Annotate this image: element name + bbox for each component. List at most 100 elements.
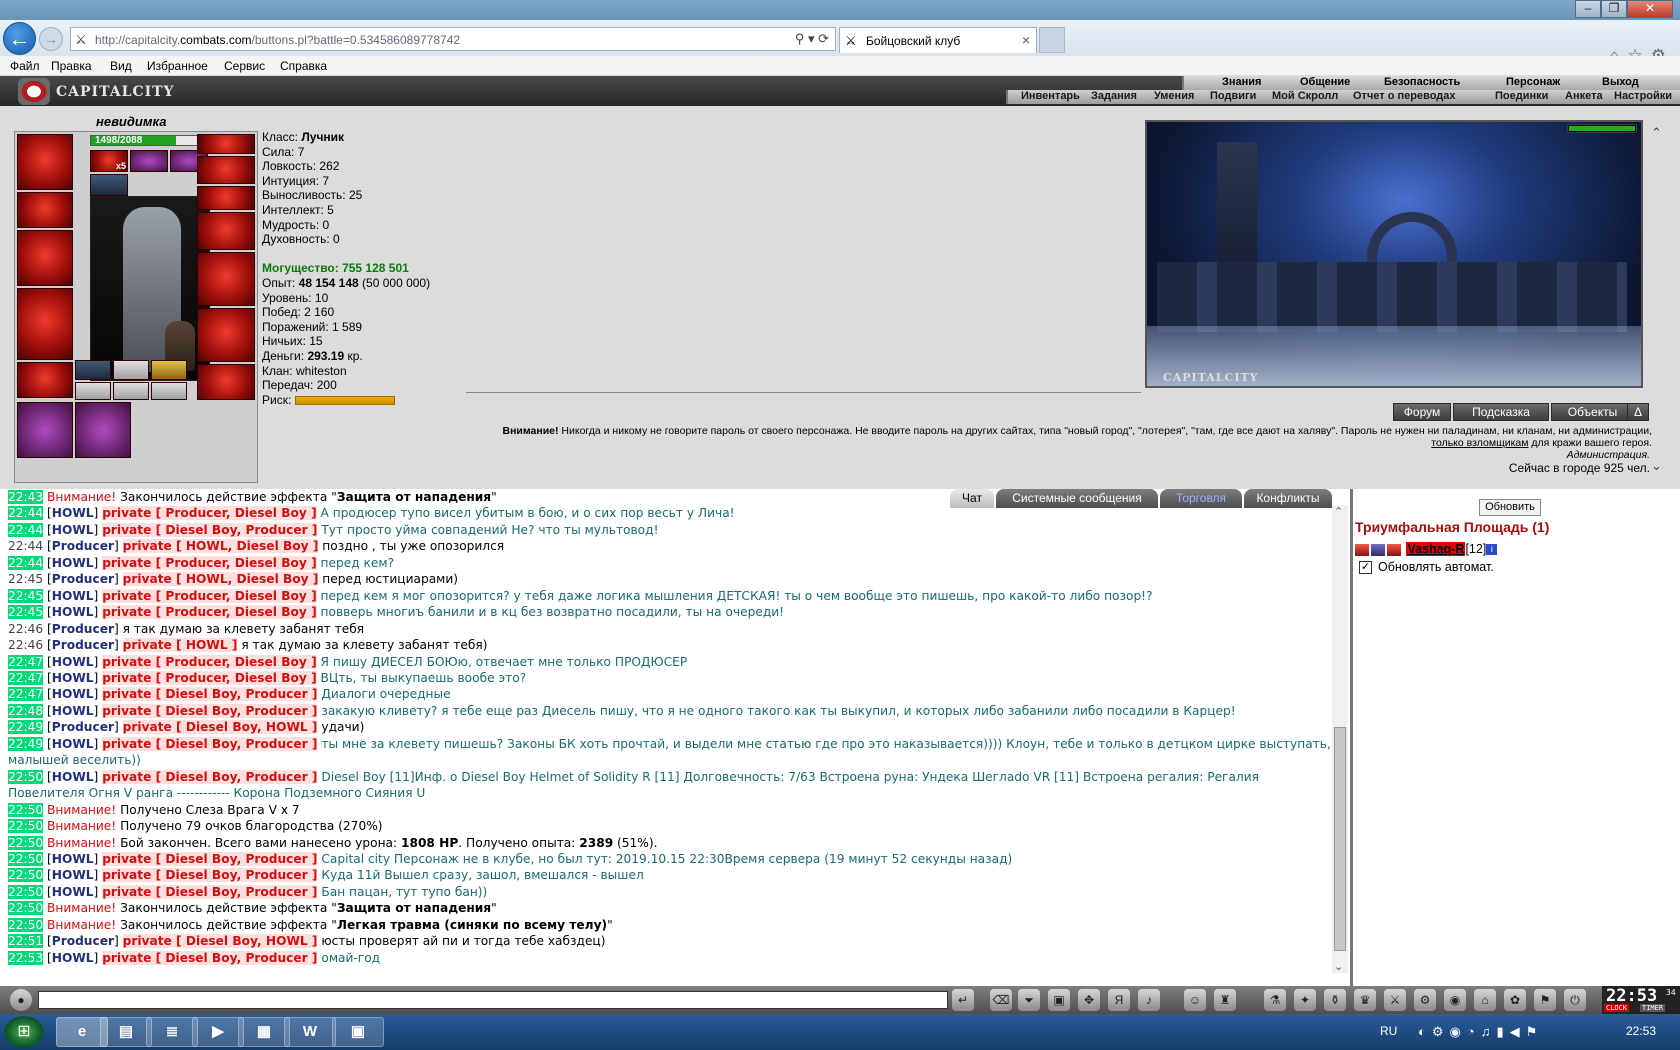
chat-nick[interactable]: [Producer] — [47, 539, 119, 553]
rune-slot-5[interactable] — [113, 382, 149, 400]
chat-private-tag[interactable]: private [ HOWL, Diesel Boy ] — [122, 539, 319, 554]
chat-private-tag[interactable]: private [ Diesel Boy, Producer ] — [102, 522, 318, 537]
quick-slot-5-icon[interactable]: ⚔ — [1384, 989, 1406, 1011]
chat-private-tag[interactable]: private [ Diesel Boy, HOWL ] — [122, 720, 318, 735]
address-bar[interactable]: ⚔ http://capitalcity.combats.com/buttons… — [70, 27, 836, 51]
close-tab-icon[interactable]: × — [1022, 32, 1030, 48]
chat-nick[interactable]: [HOWL] — [47, 852, 98, 866]
rune-slot-4[interactable] — [75, 382, 111, 400]
menu-favorites[interactable]: Избранное — [147, 59, 208, 73]
app-taskbar-icon[interactable]: ▣ — [332, 1017, 384, 1047]
document-taskbar-icon[interactable]: ▦ — [238, 1017, 290, 1047]
chat-private-tag[interactable]: private [ Producer, Diesel Boy ] — [102, 605, 317, 620]
nav-feats[interactable]: Подвиги — [1210, 90, 1256, 102]
chat-private-tag[interactable]: private [ Diesel Boy, HOWL ] — [122, 934, 318, 949]
user-nick[interactable]: Vashaq-R — [1406, 542, 1466, 556]
menu-tools[interactable]: Сервис — [224, 59, 265, 73]
menu-file[interactable]: Файл — [10, 59, 40, 73]
tab-chat[interactable]: Чат — [950, 489, 994, 508]
nav-security[interactable]: Безопасность — [1384, 76, 1460, 88]
scroll-up-icon[interactable]: ⌃ — [1334, 505, 1343, 518]
smiley-icon[interactable]: ☺ — [1184, 989, 1206, 1011]
chat-private-tag[interactable]: private [ HOWL, Diesel Boy ] — [122, 572, 319, 587]
language-indicator[interactable]: RU — [1380, 1024, 1397, 1038]
close-window-button[interactable]: ✕ — [1627, 0, 1673, 18]
armor-slot[interactable] — [17, 288, 73, 360]
quick-slot-9-icon[interactable]: ✿ — [1504, 989, 1526, 1011]
nav-knowledge[interactable]: Знания — [1222, 76, 1261, 88]
chat-nick[interactable]: [Producer] — [47, 934, 119, 948]
quick-slot-4-icon[interactable]: ♛ — [1354, 989, 1376, 1011]
nav-character[interactable]: Персонаж — [1506, 76, 1560, 88]
start-button-icon[interactable]: ⊞ — [4, 1016, 44, 1048]
clan-chat-icon[interactable]: ♜ — [1214, 989, 1236, 1011]
attack-icon[interactable] — [1355, 543, 1369, 556]
chat-nick[interactable]: [HOWL] — [47, 556, 98, 570]
menu-help[interactable]: Справка — [280, 59, 327, 73]
word-taskbar-icon[interactable]: W — [284, 1017, 336, 1047]
explorer-taskbar-icon[interactable]: ▤ — [100, 1017, 152, 1047]
earring-slot[interactable] — [197, 134, 255, 154]
nav-skills[interactable]: Умения — [1154, 90, 1194, 102]
nav-exit[interactable]: Выход — [1602, 76, 1639, 88]
scroll-slots[interactable] — [197, 186, 255, 210]
search-refresh-icon[interactable]: ⚲ ▾ ⟳ — [795, 31, 829, 47]
chat-nick[interactable]: [HOWL] — [47, 523, 98, 537]
quick-slot-10-icon[interactable]: ⚑ — [1534, 989, 1556, 1011]
rune-slot-2[interactable] — [113, 360, 149, 380]
page-scroll-arrows[interactable]: ⌃ ⌄ — [1651, 120, 1663, 480]
chat-private-tag[interactable]: private [ HOWL ] — [122, 638, 238, 653]
necklace-slot[interactable] — [197, 156, 255, 184]
gloves-slot[interactable] — [197, 212, 255, 250]
nav-duels[interactable]: Поединки — [1495, 90, 1548, 102]
scroll-thumb[interactable] — [1334, 727, 1346, 951]
nav-my-scroll[interactable]: Мой Скролл — [1272, 90, 1338, 102]
chat-nick[interactable]: [HOWL] — [47, 655, 98, 669]
ring-slot-2[interactable] — [130, 150, 168, 172]
rune-slot-6[interactable] — [151, 382, 187, 400]
amulet-slot[interactable] — [90, 174, 128, 196]
boots-slot[interactable] — [197, 364, 255, 400]
chat-nick[interactable]: [HOWL] — [47, 704, 98, 718]
chat-private-tag[interactable]: private [ Diesel Boy, Producer ] — [102, 884, 318, 899]
chat-nick[interactable]: [HOWL] — [47, 885, 98, 899]
belt-slot[interactable] — [17, 362, 73, 398]
minimize-button[interactable]: – — [1575, 0, 1601, 18]
chat-private-tag[interactable]: private [ Producer, Diesel Boy ] — [102, 506, 317, 521]
nav-quests[interactable]: Задания — [1091, 90, 1137, 102]
media-taskbar-icon[interactable]: ▶ — [192, 1017, 244, 1047]
new-tab-button[interactable] — [1039, 27, 1065, 53]
tray-clock[interactable]: 22:53 — [1626, 1024, 1656, 1038]
nav-inventory[interactable]: Инвентарь — [1021, 90, 1080, 102]
menu-view[interactable]: Вид — [110, 59, 132, 73]
chat-private-tag[interactable]: private [ Diesel Boy, Producer ] — [102, 868, 318, 883]
chat-private-tag[interactable]: private [ Producer, Diesel Boy ] — [102, 654, 317, 669]
chat-nick[interactable]: [HOWL] — [47, 770, 98, 784]
quick-slot-8-icon[interactable]: ⌂ — [1474, 989, 1496, 1011]
filter-icon[interactable]: ⏷ — [1018, 989, 1040, 1011]
ring-slot-1[interactable]: x5 — [90, 150, 128, 172]
chat-private-tag[interactable]: private [ Producer, Diesel Boy ] — [102, 588, 317, 603]
tab-trade[interactable]: Торговля — [1160, 489, 1242, 508]
chat-private-tag[interactable]: private [ Diesel Boy, Producer ] — [102, 687, 318, 702]
quick-slot-2-icon[interactable]: ✦ — [1294, 989, 1316, 1011]
helmet-slot[interactable] — [17, 134, 73, 190]
pet-slot[interactable] — [75, 402, 131, 458]
chat-nick[interactable]: [Producer] — [47, 622, 119, 636]
save-icon[interactable]: ▣ — [1048, 989, 1070, 1011]
chat-private-tag[interactable]: private [ Diesel Boy, Producer ] — [102, 736, 318, 751]
bracer-slot[interactable] — [17, 192, 73, 228]
delta-button[interactable]: Δ — [1627, 403, 1649, 421]
eraser-icon[interactable]: ⌫ — [990, 989, 1012, 1011]
hint-button[interactable]: Подсказка — [1453, 403, 1549, 421]
move-icon[interactable]: ✥ — [1078, 989, 1100, 1011]
chat-private-tag[interactable]: private [ Producer, Diesel Boy ] — [102, 670, 317, 685]
chat-private-tag[interactable]: private [ Producer, Diesel Boy ] — [102, 555, 317, 570]
scroll-down-icon[interactable]: ⌄ — [1334, 960, 1343, 973]
weapon-slot[interactable] — [17, 230, 73, 286]
exit-icon[interactable]: ⏻ — [1564, 989, 1586, 1011]
city-scene[interactable]: CAPITALCITY — [1145, 120, 1643, 388]
chat-nick[interactable]: [HOWL] — [47, 605, 98, 619]
tab-combats[interactable]: ⚔ Бойцовский клуб × — [839, 27, 1037, 53]
offhand-slot[interactable] — [197, 252, 255, 306]
